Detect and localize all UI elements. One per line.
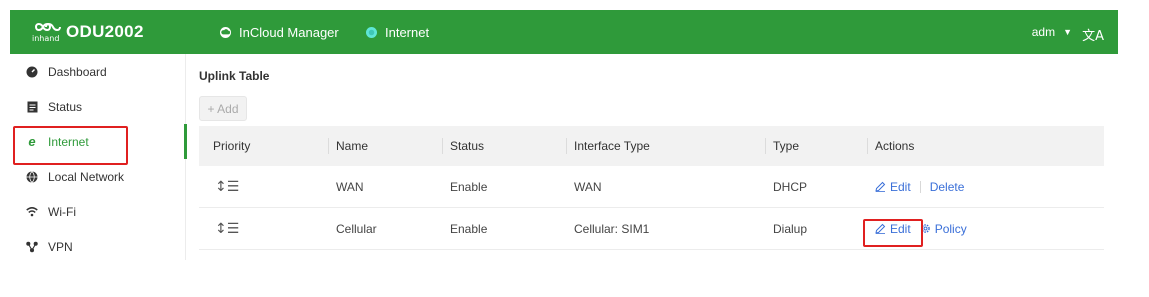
sidebar-item-label: Status — [48, 99, 83, 114]
cell-interface-type: WAN — [574, 179, 602, 194]
cell-interface-type: Cellular: SIM1 — [574, 221, 650, 236]
inhand-logo-icon: inhand — [32, 20, 62, 44]
table-row: ↕☰ Cellular Enable Cellular: SIM1 Dialup… — [199, 208, 1104, 250]
cell-type: Dialup — [773, 221, 808, 236]
wifi-icon — [26, 206, 38, 218]
cell-actions: Edit Policy — [875, 208, 967, 249]
column-header-status: Status — [441, 126, 484, 166]
action-divider — [919, 180, 921, 193]
top-bar: inhand ODU2002 InCloud Manager Internet … — [10, 10, 1118, 54]
status-doc-icon — [26, 101, 38, 113]
sidebar-item-local-network[interactable]: Local Network — [10, 159, 186, 194]
sidebar-item-status[interactable]: Status — [10, 89, 186, 124]
uplink-table: Priority Name Status Interface Type Type… — [199, 126, 1104, 250]
table-row: ↕☰ WAN Enable WAN DHCP Edit Delete — [199, 166, 1104, 208]
table-header: Priority Name Status Interface Type Type… — [199, 126, 1104, 166]
column-header-interface-type: Interface Type — [566, 126, 650, 166]
translate-icon[interactable]: 文A — [1082, 25, 1104, 44]
sidebar-item-label: Internet — [48, 134, 89, 149]
add-button[interactable]: + Add — [199, 96, 247, 121]
cell-type: DHCP — [773, 179, 808, 194]
user-menu[interactable]: adm ▼ — [1032, 10, 1072, 54]
edit-link[interactable]: Edit — [875, 180, 911, 194]
column-header-priority: Priority — [213, 139, 251, 153]
cell-status: Enable — [450, 179, 488, 194]
sidebar-item-dashboard[interactable]: Dashboard — [10, 54, 186, 89]
device-model: ODU2002 — [66, 22, 144, 41]
caret-down-icon: ▼ — [1063, 27, 1072, 37]
gear-icon — [920, 224, 930, 233]
sidebar-item-internet[interactable]: e Internet — [10, 124, 187, 159]
cloud-icon — [220, 26, 231, 38]
nav-internet-status[interactable]: Internet — [366, 10, 429, 54]
page-title: Uplink Table — [199, 69, 270, 83]
nav-internet-label: Internet — [385, 24, 430, 40]
status-dot-icon — [366, 26, 377, 38]
sidebar-item-label: Wi-Fi — [48, 204, 76, 219]
pencil-icon — [875, 181, 886, 192]
sidebar-item-vpn[interactable]: VPN — [10, 229, 186, 260]
edit-link[interactable]: Edit — [875, 222, 911, 236]
column-header-type: Type — [764, 126, 799, 166]
sidebar-item-label: VPN — [48, 239, 73, 254]
cell-name: Cellular — [336, 221, 377, 236]
drag-handle-icon[interactable]: ↕☰ — [215, 166, 239, 207]
policy-link[interactable]: Policy — [920, 222, 967, 236]
dashboard-icon — [26, 66, 38, 78]
cell-name: WAN — [336, 179, 364, 194]
cell-actions: Edit Delete — [875, 166, 964, 207]
logo: inhand ODU2002 — [32, 20, 144, 44]
internet-e-icon: e — [28, 134, 36, 149]
delete-link[interactable]: Delete — [930, 180, 965, 194]
app-window: inhand ODU2002 InCloud Manager Internet … — [10, 10, 1118, 260]
column-header-name: Name — [327, 126, 368, 166]
column-header-actions: Actions — [866, 126, 914, 166]
sidebar-item-label: Dashboard — [48, 64, 107, 79]
sidebar: Dashboard Status e Internet Local Networ… — [10, 54, 187, 260]
vpn-icon — [26, 241, 38, 253]
sidebar-item-wifi[interactable]: Wi-Fi — [10, 194, 186, 229]
logo-sub-text: inhand — [32, 34, 60, 43]
pencil-icon — [875, 223, 886, 234]
sidebar-item-label: Local Network — [48, 169, 125, 184]
globe-icon — [26, 170, 38, 183]
username: adm — [1031, 25, 1056, 39]
nav-incloud-manager-label: InCloud Manager — [239, 24, 339, 40]
cell-status: Enable — [450, 221, 488, 236]
nav-incloud-manager[interactable]: InCloud Manager — [220, 10, 339, 54]
main-content: Uplink Table + Add Priority Name Status … — [187, 54, 1118, 260]
drag-handle-icon[interactable]: ↕☰ — [215, 208, 239, 249]
